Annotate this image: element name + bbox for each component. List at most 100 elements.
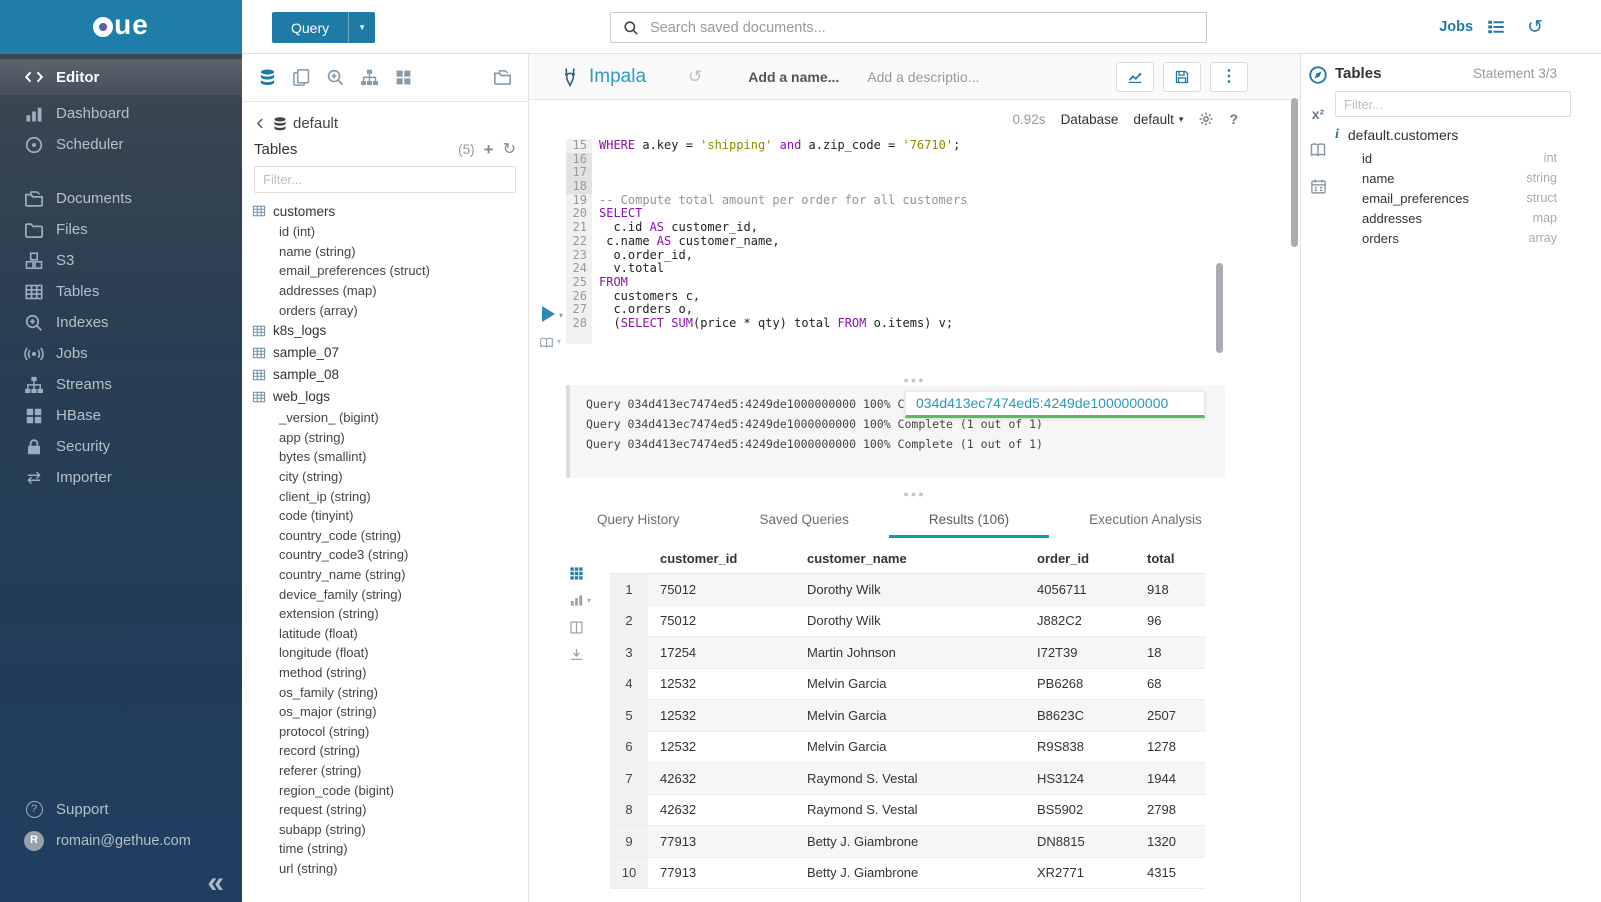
query-dropdown-caret-icon[interactable]: ▾ — [348, 12, 375, 43]
tree-column[interactable]: region_code (bigint) — [252, 780, 528, 800]
tree-column[interactable]: email_preferences (struct) — [252, 261, 528, 281]
tree-column[interactable]: id (int) — [252, 222, 528, 242]
documents-icon[interactable] — [493, 68, 512, 87]
tree-column[interactable]: country_code3 (string) — [252, 545, 528, 565]
grid-view-icon[interactable] — [569, 566, 584, 581]
tree-column[interactable]: bytes (smallint) — [252, 447, 528, 467]
tree-column[interactable]: os_major (string) — [252, 702, 528, 722]
tree-table-k8s_logs[interactable]: k8s_logs — [252, 320, 528, 342]
chart-view-icon[interactable] — [569, 593, 584, 608]
sql-code-editor[interactable]: 15WHERE a.key = 'shipping' and a.zip_cod… — [566, 139, 1246, 344]
sidebar-item-jobs[interactable]: Jobs — [0, 338, 242, 369]
query-id-popover[interactable]: 034d413ec7474ed5:4249de1000000000 — [905, 391, 1205, 418]
history-icon[interactable]: ↺ — [1527, 18, 1543, 37]
main-scrollbar[interactable] — [1291, 98, 1298, 247]
tab-results-106-[interactable]: Results (106) — [889, 505, 1049, 538]
results-header-order_id[interactable]: order_id — [1025, 551, 1135, 566]
tree-column[interactable]: client_ip (string) — [252, 486, 528, 506]
query-history-icon[interactable]: ↺ — [688, 67, 702, 87]
query-id-link[interactable]: 034d413ec7474ed5:4249de1000000000 — [916, 395, 1194, 411]
tree-column[interactable]: protocol (string) — [252, 721, 528, 741]
chart-button[interactable] — [1116, 62, 1154, 92]
tree-column[interactable]: longitude (float) — [252, 643, 528, 663]
column-name[interactable]: namestring — [1335, 168, 1557, 188]
sidebar-item-tables[interactable]: Tables — [0, 276, 242, 307]
jobs-link[interactable]: Jobs — [1439, 19, 1473, 35]
execute-button[interactable] — [542, 306, 555, 322]
sidebar-item-indexes[interactable]: Indexes — [0, 307, 242, 338]
sidebar-item-support[interactable]: ? Support — [0, 794, 242, 825]
resize-handle[interactable]: ●●● — [529, 490, 1300, 499]
execute-options-caret-icon[interactable]: ▾ — [559, 311, 563, 320]
tree-column[interactable]: url (string) — [252, 859, 528, 879]
tree-column[interactable]: latitude (float) — [252, 624, 528, 644]
save-button[interactable] — [1163, 62, 1201, 92]
active-table-ref[interactable]: i default.customers — [1335, 127, 1557, 143]
tree-column[interactable]: country_code (string) — [252, 526, 528, 546]
tree-column[interactable]: addresses (map) — [252, 281, 528, 301]
table-row[interactable]: 175012Dorothy Wilk4056711918 — [610, 574, 1205, 606]
book-icon[interactable] — [1309, 141, 1327, 159]
engine-title[interactable]: Impala — [589, 66, 646, 88]
sidebar-item-importer[interactable]: ⇄Importer — [0, 462, 242, 493]
gear-icon[interactable] — [1198, 111, 1214, 127]
help-icon[interactable]: ? — [1229, 111, 1238, 127]
tree-column[interactable]: app (string) — [252, 428, 528, 448]
refresh-icon[interactable]: ↻ — [503, 142, 516, 158]
sidebar-item-security[interactable]: Security — [0, 431, 242, 462]
sidebar-item-s3[interactable]: S3 — [0, 245, 242, 276]
table-row[interactable]: 1077913Betty J. GiambroneXR27714315 — [610, 858, 1205, 890]
tree-column[interactable]: city (string) — [252, 467, 528, 487]
copy-icon[interactable] — [292, 68, 311, 87]
sidebar-item-scheduler[interactable]: Scheduler — [0, 129, 242, 160]
columns-icon[interactable] — [569, 620, 584, 635]
sidebar-item-user[interactable]: R romain@gethue.com — [0, 825, 242, 856]
tree-column[interactable]: time (string) — [252, 839, 528, 859]
results-header-total[interactable]: total — [1135, 551, 1205, 566]
sitemap-icon[interactable] — [360, 68, 379, 87]
query-name-field[interactable]: Add a name... — [748, 69, 839, 85]
database-select[interactable]: default ▾ — [1133, 112, 1183, 127]
tree-column[interactable]: referer (string) — [252, 761, 528, 781]
table-row[interactable]: 275012Dorothy WilkJ882C296 — [610, 606, 1205, 638]
compass-icon[interactable] — [1308, 65, 1328, 85]
tree-column[interactable]: request (string) — [252, 800, 528, 820]
chevron-left-icon[interactable] — [254, 117, 267, 130]
zoom-in-icon[interactable] — [326, 68, 345, 87]
tree-column[interactable]: record (string) — [252, 741, 528, 761]
open-book-icon[interactable] — [538, 335, 555, 350]
table-row[interactable]: 742632Raymond S. VestalHS31241944 — [610, 763, 1205, 795]
jobs-list-icon[interactable] — [1486, 17, 1506, 37]
grid-icon[interactable] — [394, 68, 413, 87]
tab-execution-analysis[interactable]: Execution Analysis — [1049, 505, 1242, 538]
query-button[interactable]: Query ▾ — [272, 12, 375, 43]
calendar-icon[interactable] — [1310, 178, 1327, 195]
query-description-field[interactable]: Add a descriptio... — [867, 69, 979, 85]
tree-column[interactable]: orders (array) — [252, 300, 528, 320]
sidebar-item-dashboard[interactable]: Dashboard — [0, 98, 242, 129]
sidebar-item-documents[interactable]: Documents — [0, 183, 242, 214]
column-addresses[interactable]: addressesmap — [1335, 208, 1557, 228]
tab-saved-queries[interactable]: Saved Queries — [720, 505, 889, 538]
results-header-customer_id[interactable]: customer_id — [648, 551, 795, 566]
tree-column[interactable]: _version_ (bigint) — [252, 408, 528, 428]
table-row[interactable]: 612532Melvin GarciaR9S8381278 — [610, 732, 1205, 764]
table-row[interactable]: 412532Melvin GarciaPB626868 — [610, 669, 1205, 701]
right-filter-input[interactable] — [1335, 91, 1571, 117]
table-row[interactable]: 842632Raymond S. VestalBS59022798 — [610, 795, 1205, 827]
sidebar-item-streams[interactable]: Streams — [0, 369, 242, 400]
table-row[interactable]: 977913Betty J. GiambroneDN88151320 — [610, 826, 1205, 858]
sidebar-collapse-icon[interactable]: « — [207, 868, 224, 898]
column-email_preferences[interactable]: email_preferencesstruct — [1335, 188, 1557, 208]
tree-column[interactable]: method (string) — [252, 663, 528, 683]
tree-table-sample_08[interactable]: sample_08 — [252, 364, 528, 386]
chart-options-caret-icon[interactable]: ▾ — [587, 596, 591, 605]
tree-column[interactable]: user_agent (string) — [252, 878, 528, 883]
tree-column[interactable]: os_family (string) — [252, 682, 528, 702]
tree-table-customers[interactable]: customers — [252, 200, 528, 222]
column-orders[interactable]: ordersarray — [1335, 228, 1557, 248]
table-row[interactable]: 512532Melvin GarciaB8623C2507 — [610, 700, 1205, 732]
sidebar-item-editor[interactable]: Editor — [0, 59, 242, 95]
tab-query-history[interactable]: Query History — [557, 505, 720, 538]
download-icon[interactable] — [569, 647, 584, 662]
